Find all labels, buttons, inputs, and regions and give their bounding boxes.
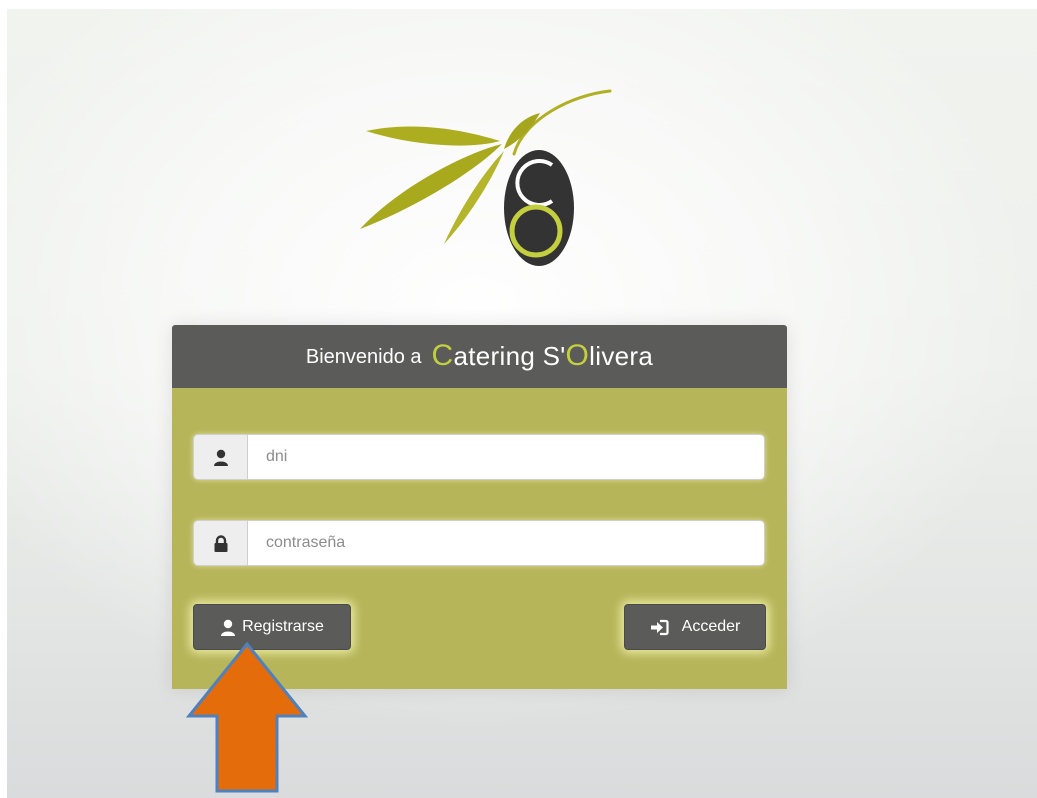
olive-leaf-upper — [366, 126, 500, 146]
orange-up-arrow — [185, 641, 309, 793]
brand-initial-c: C — [431, 338, 454, 372]
lock-icon — [193, 520, 247, 566]
brand-initial-o: O — [565, 338, 590, 372]
user-icon — [220, 619, 236, 636]
welcome-text: Bienvenido a — [305, 346, 422, 368]
sign-in-icon — [650, 619, 669, 636]
brand-text-part-2: livera — [589, 340, 654, 371]
login-page: Bienvenido a Catering S'Olivera R — [7, 9, 1037, 798]
brand-text-part-1: atering S' — [453, 340, 566, 371]
brand-name: Catering S'Olivera — [432, 339, 654, 373]
login-button[interactable]: Acceder — [624, 604, 766, 650]
card-header: Bienvenido a Catering S'Olivera — [172, 325, 787, 388]
user-icon — [193, 434, 247, 480]
password-input-group — [193, 520, 765, 566]
login-button-label: Acceder — [681, 618, 741, 635]
dni-input-group — [193, 434, 765, 480]
login-card: Bienvenido a Catering S'Olivera R — [172, 325, 787, 689]
olive-leaf-small — [504, 113, 540, 149]
dni-input[interactable] — [247, 434, 765, 480]
register-button-label: Registrarse — [242, 618, 324, 635]
password-input[interactable] — [247, 520, 765, 566]
olive-logo — [360, 89, 612, 266]
